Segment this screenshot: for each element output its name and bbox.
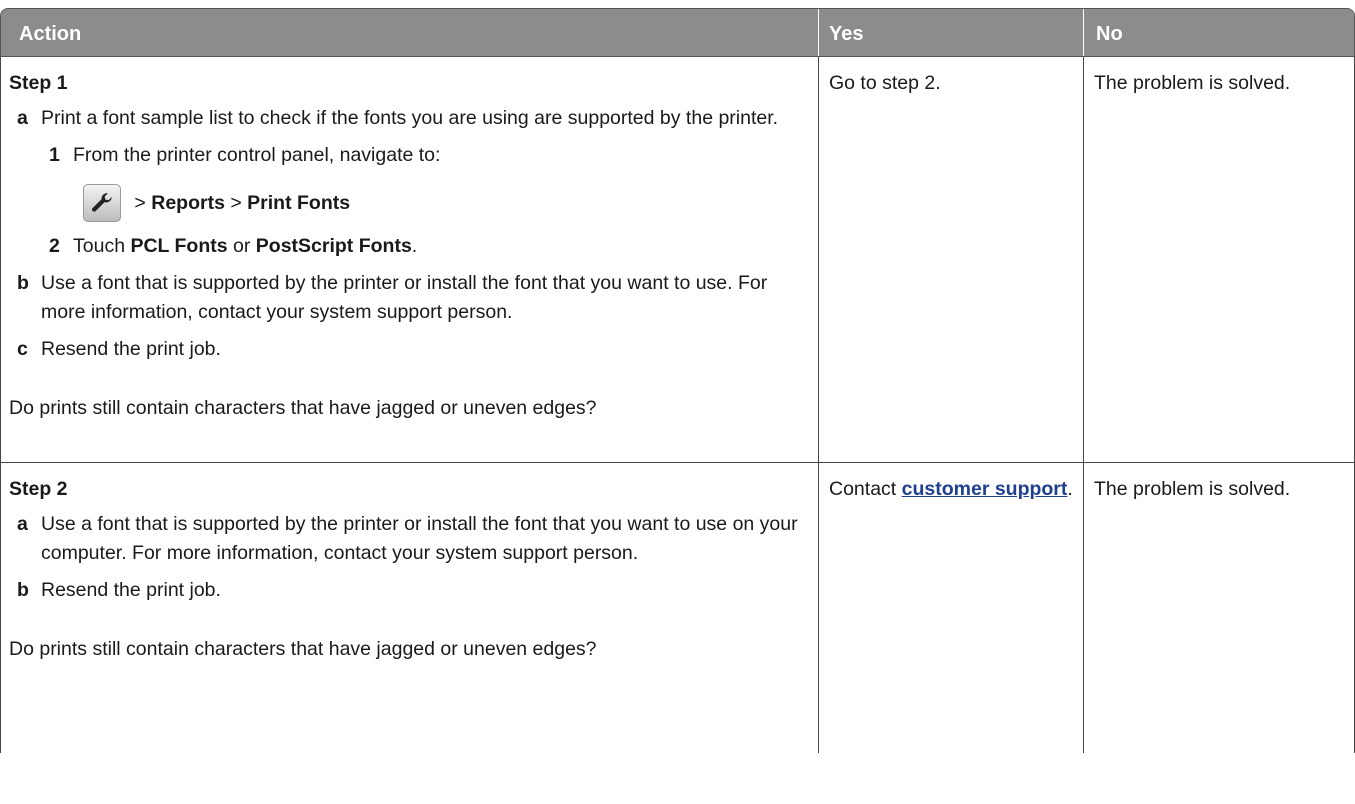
path-reports: Reports — [151, 191, 225, 214]
touch-text: Touch — [73, 235, 131, 257]
step-2-item-b: b Resend the print job. — [9, 576, 810, 605]
table-header: Action Yes No — [0, 8, 1355, 57]
step-1-action-cell: Step 1 a Print a font sample list to che… — [1, 57, 819, 462]
pcl-fonts-label: PCL Fonts — [130, 235, 228, 257]
step-1-item-a: a Print a font sample list to check if t… — [9, 104, 810, 133]
item-letter: b — [17, 272, 29, 294]
or-text: or — [227, 235, 256, 257]
step-2-item-a: a Use a font that is supported by the pr… — [9, 510, 810, 568]
table-row-step-1: Step 1 a Print a font sample list to che… — [0, 57, 1355, 463]
item-text: Resend the print job. — [41, 579, 221, 601]
step-1-substep-1: 1 From the printer control panel, naviga… — [9, 141, 810, 170]
item-text: Use a font that is supported by the prin… — [41, 513, 798, 564]
item-letter: b — [17, 579, 29, 601]
header-action: Action — [1, 9, 819, 56]
step-1-no-cell: The problem is solved. — [1094, 72, 1291, 94]
step-1-question: Do prints still contain characters that … — [9, 397, 597, 419]
substep-number: 2 — [49, 235, 60, 257]
item-letter: a — [17, 107, 28, 129]
troubleshooting-table: Action Yes No Step 1 a Print a font samp… — [0, 8, 1355, 753]
step-1-item-c: c Resend the print job. — [9, 335, 810, 364]
header-no: No — [1084, 9, 1354, 56]
period-text: . — [1067, 478, 1073, 500]
step-2-question: Do prints still contain characters that … — [9, 638, 597, 660]
step-1-item-b: b Use a font that is supported by the pr… — [9, 269, 810, 327]
table-row-step-2: Step 2 a Use a font that is supported by… — [0, 463, 1355, 753]
menu-path: > Reports > Print Fonts — [9, 184, 810, 222]
step-2-yes-cell: Contact customer support. — [819, 463, 1084, 753]
wrench-icon — [83, 184, 121, 222]
period-text: . — [411, 235, 418, 257]
step-2-title: Step 2 — [9, 478, 68, 500]
step-1-yes-cell: Go to step 2. — [819, 57, 1084, 462]
substep-text: From the printer control panel, navigate… — [73, 144, 441, 166]
item-letter: a — [17, 513, 28, 535]
item-letter: c — [17, 338, 28, 360]
item-text: Use a font that is supported by the prin… — [41, 272, 768, 323]
step-2-no-cell: The problem is solved. — [1094, 478, 1291, 500]
step-2-action-cell: Step 2 a Use a font that is supported by… — [1, 463, 819, 753]
item-text: Resend the print job. — [41, 338, 221, 360]
substep-number: 1 — [49, 144, 60, 166]
step-1-title: Step 1 — [9, 72, 68, 94]
customer-support-link[interactable]: customer support — [902, 478, 1068, 500]
substep-text: Touch PCL Fonts or PostScript Fonts. — [73, 232, 417, 261]
step-1-substep-2: 2 Touch PCL Fonts or PostScript Fonts. — [9, 232, 810, 261]
path-separator: > — [129, 191, 152, 214]
item-text: Print a font sample list to check if the… — [41, 107, 779, 129]
contact-text: Contact — [829, 478, 902, 500]
postscript-fonts-label: PostScript Fonts — [255, 235, 412, 257]
header-yes: Yes — [819, 9, 1084, 56]
path-print-fonts: Print Fonts — [247, 191, 351, 214]
path-separator: > — [224, 191, 248, 214]
